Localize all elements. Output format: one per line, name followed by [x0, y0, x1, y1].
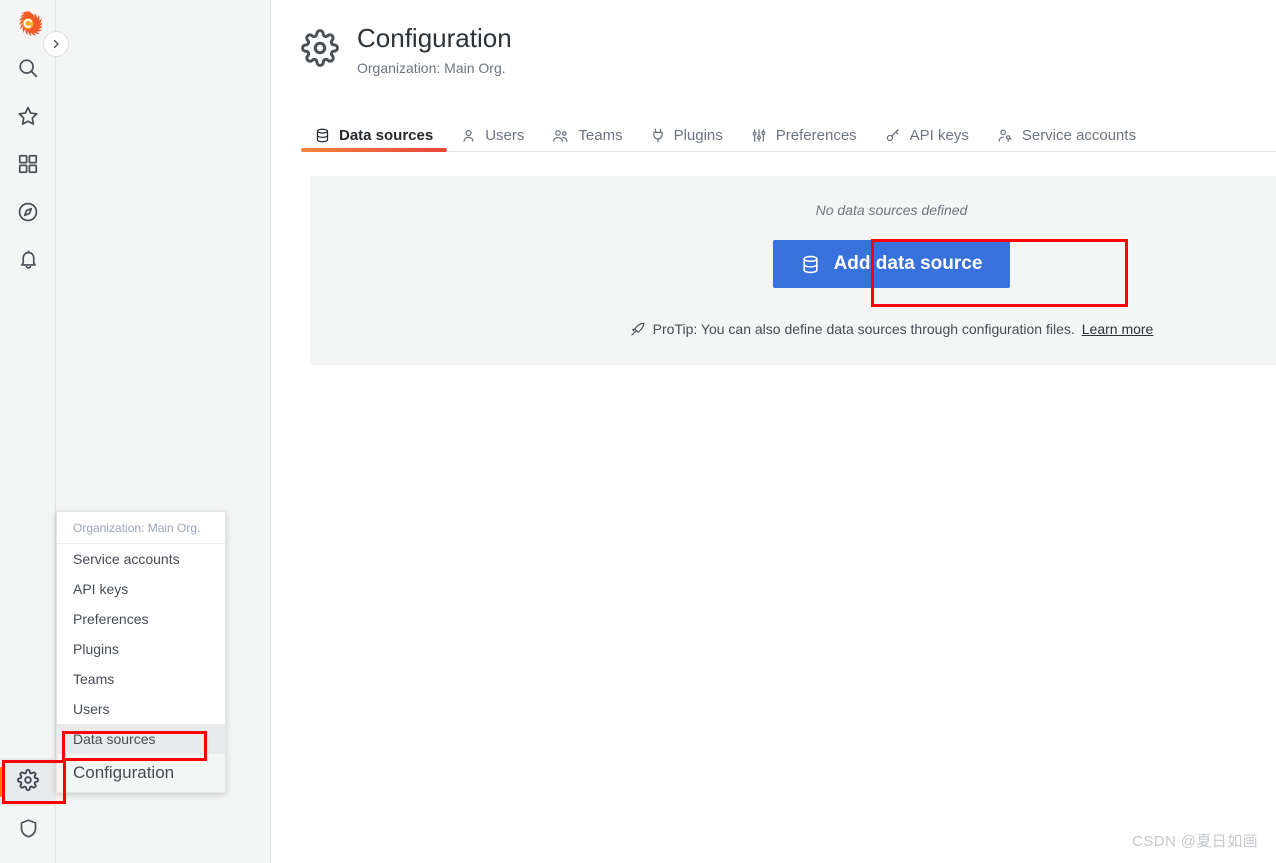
tab-bar: Data sources Users [301, 120, 1276, 152]
expand-sidebar-button[interactable] [43, 31, 69, 57]
gear-icon [17, 769, 39, 796]
menu-item-label: API keys [73, 581, 128, 597]
user-icon [461, 128, 476, 143]
page-header-text: Configuration Organization: Main Org. [357, 25, 512, 76]
bell-icon [18, 249, 39, 275]
sidebar-item-alerting[interactable] [0, 238, 56, 286]
menu-item-teams[interactable]: Teams [57, 664, 225, 694]
grafana-logo-icon[interactable] [14, 10, 42, 38]
tab-label: Preferences [776, 127, 857, 144]
gear-icon [301, 29, 339, 72]
mega-menu-header: Organization: Main Org. [57, 512, 225, 544]
rocket-icon [630, 321, 646, 337]
menu-root-label: Configuration [73, 763, 174, 782]
page-subtitle: Organization: Main Org. [357, 60, 512, 76]
menu-item-service-accounts[interactable]: Service accounts [57, 544, 225, 574]
tab-plugins[interactable]: Plugins [637, 120, 737, 151]
menu-item-users[interactable]: Users [57, 694, 225, 724]
add-data-source-wrap: Add data source [310, 240, 1276, 288]
menu-item-configuration[interactable]: Configuration [57, 754, 225, 792]
menu-item-label: Preferences [73, 611, 148, 627]
grafana-configuration-page: Configuration Organization: Main Org. Da… [0, 0, 1276, 863]
sidebar-item-configuration[interactable] [0, 758, 56, 806]
add-data-source-button[interactable]: Add data source [773, 240, 1011, 288]
tab-label: API keys [910, 127, 969, 144]
menu-item-label: Data sources [73, 731, 155, 747]
menu-item-preferences[interactable]: Preferences [57, 604, 225, 634]
user-settings-icon [997, 128, 1013, 143]
database-icon [315, 128, 330, 143]
menu-item-plugins[interactable]: Plugins [57, 634, 225, 664]
tab-label: Data sources [339, 127, 433, 144]
sidebar-item-dashboards[interactable] [0, 142, 56, 190]
search-icon [17, 57, 39, 84]
tab-service-accounts[interactable]: Service accounts [983, 120, 1150, 151]
tab-teams[interactable]: Teams [538, 120, 636, 151]
tab-label: Service accounts [1022, 127, 1136, 144]
configuration-mega-menu: Organization: Main Org. Service accounts… [56, 511, 226, 793]
grid-icon [17, 153, 39, 180]
shield-icon [18, 818, 39, 844]
sliders-icon [751, 128, 767, 143]
tab-data-sources[interactable]: Data sources [301, 120, 447, 151]
menu-item-label: Plugins [73, 641, 119, 657]
plug-icon [651, 128, 665, 143]
sidebar-item-starred[interactable] [0, 94, 56, 142]
menu-item-label: Service accounts [73, 551, 180, 567]
protip-row: ProTip: You can also define data sources… [310, 321, 1276, 337]
protip-text: ProTip: You can also define data sources… [653, 321, 1075, 337]
add-data-source-label: Add data source [834, 253, 983, 275]
learn-more-link[interactable]: Learn more [1082, 321, 1154, 337]
content-card: Configuration Organization: Main Org. Da… [270, 0, 1276, 863]
sidebar-item-admin[interactable] [0, 807, 56, 855]
menu-item-data-sources[interactable]: Data sources [57, 724, 225, 754]
menu-item-label: Users [73, 701, 110, 717]
empty-state-message: No data sources defined [310, 202, 1276, 218]
tab-label: Plugins [674, 127, 723, 144]
data-sources-empty-panel: No data sources defined Add data source [310, 176, 1276, 365]
watermark: CSDN @夏日如画 [1132, 830, 1258, 851]
left-sidebar [0, 0, 56, 863]
page-title: Configuration [357, 25, 512, 51]
compass-icon [17, 201, 39, 228]
users-icon [552, 128, 569, 143]
page-header: Configuration Organization: Main Org. [301, 25, 512, 76]
chevron-right-icon [50, 38, 62, 50]
page-body: Configuration Organization: Main Org. Da… [56, 0, 1276, 863]
tab-preferences[interactable]: Preferences [737, 120, 871, 151]
star-icon [17, 105, 39, 132]
key-icon [885, 128, 901, 143]
tab-api-keys[interactable]: API keys [871, 120, 983, 151]
tab-users[interactable]: Users [447, 120, 538, 151]
tab-label: Users [485, 127, 524, 144]
database-icon [801, 255, 820, 274]
sidebar-item-explore[interactable] [0, 190, 56, 238]
tab-label: Teams [578, 127, 622, 144]
menu-item-label: Teams [73, 671, 114, 687]
menu-item-api-keys[interactable]: API keys [57, 574, 225, 604]
